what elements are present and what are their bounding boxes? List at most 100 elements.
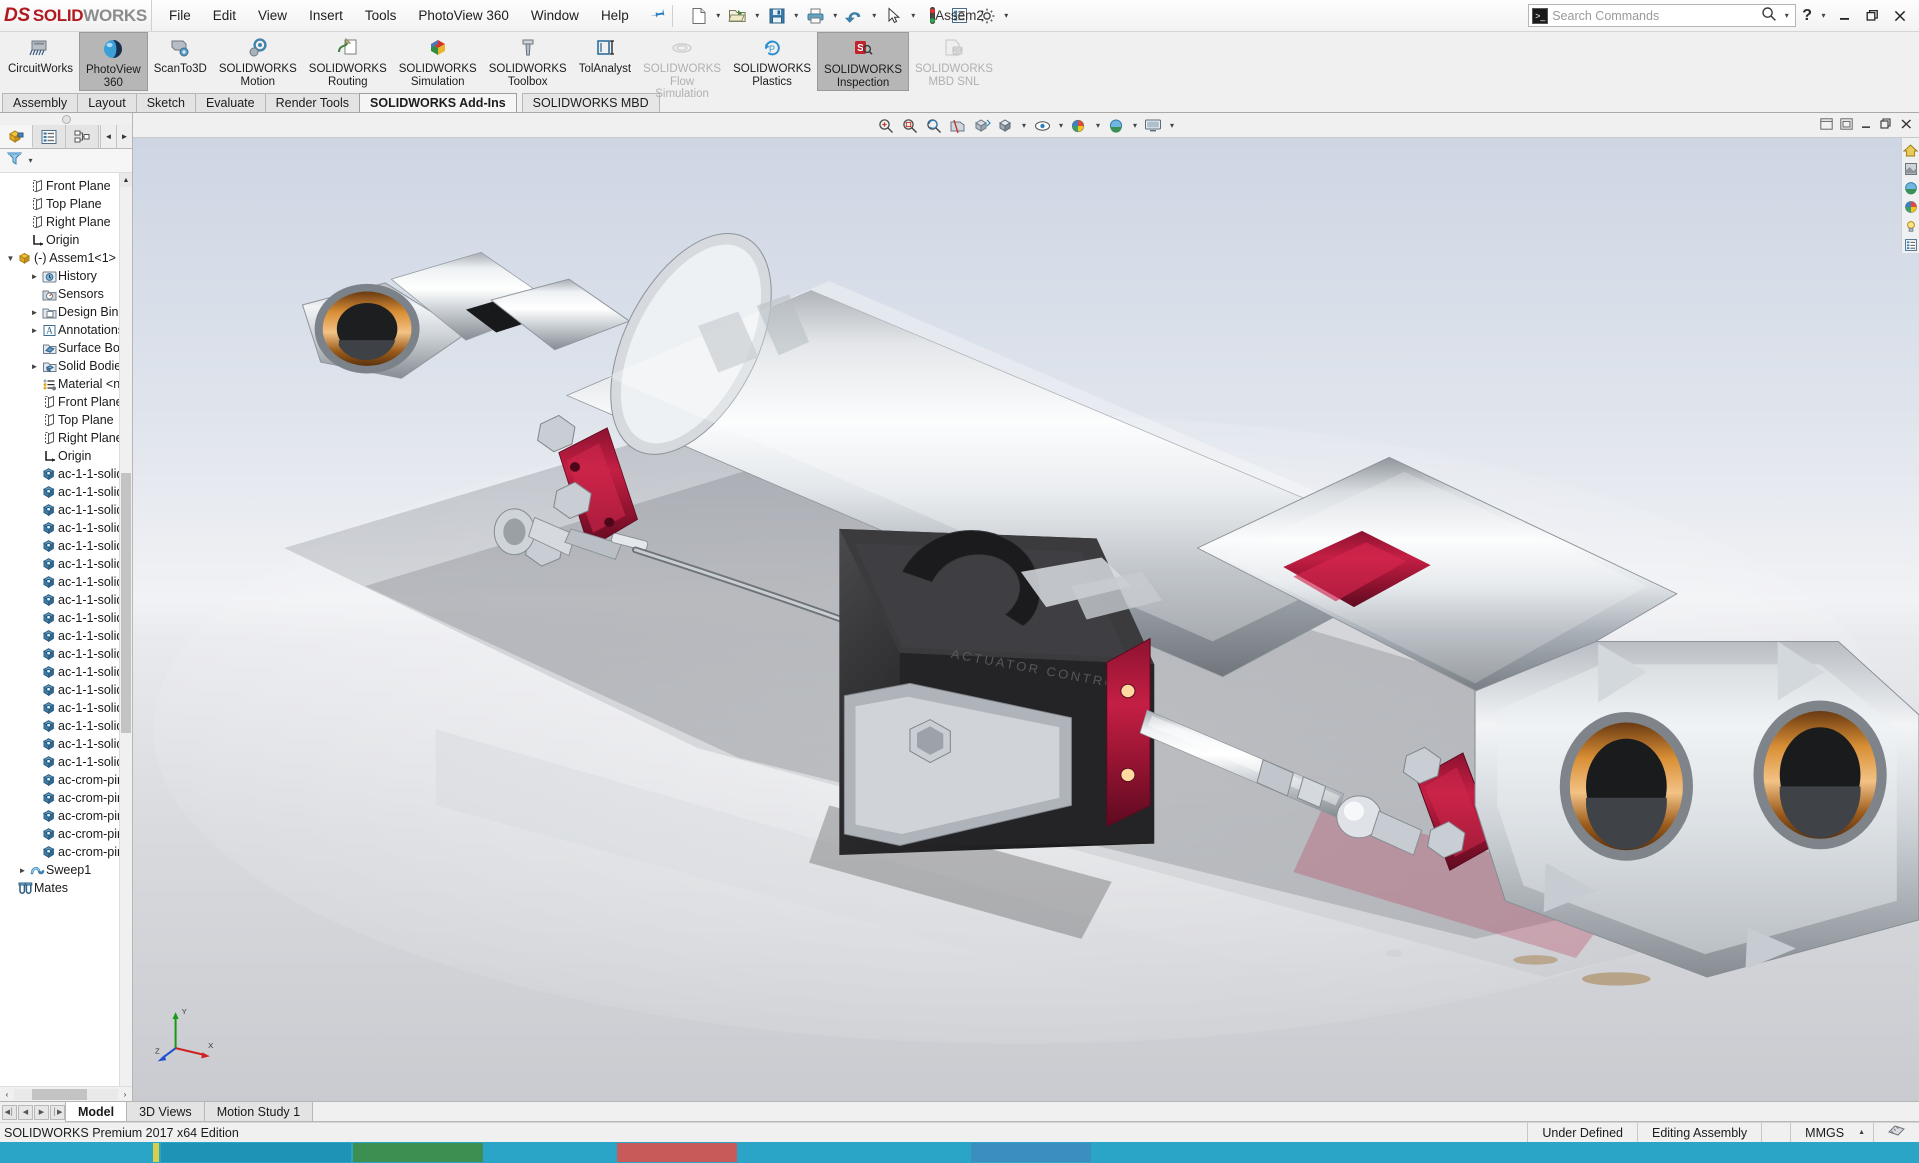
feature-tree-item[interactable]: ac-1-1-solid1	[0, 717, 132, 735]
view-orientation-icon[interactable]	[971, 115, 993, 136]
view-settings-icon[interactable]	[1143, 115, 1165, 136]
ribbon-button-solidworks-mbd-snl[interactable]: PDF SOLIDWORKS MBD SNL	[909, 32, 999, 89]
edit-appearance-icon[interactable]	[1069, 115, 1091, 136]
menu-item-insert[interactable]: Insert	[298, 3, 354, 28]
save-icon[interactable]	[764, 3, 790, 29]
hide-show-dropdown-arrow[interactable]: ▾	[1056, 121, 1067, 130]
tree-scroll-thumb[interactable]	[121, 473, 131, 733]
ribbon-button-circuitworks[interactable]: CircuitWorks	[2, 32, 79, 77]
feature-tree-item[interactable]: ac-1-1-solid1	[0, 699, 132, 717]
feature-tree-item[interactable]: ac-1-1-solid7	[0, 573, 132, 591]
minimize-window-icon[interactable]	[1858, 118, 1875, 133]
ribbon-button-solidworks-simulation[interactable]: SOLIDWORKS Simulation	[393, 32, 483, 89]
display-style-dropdown-arrow[interactable]: ▾	[1019, 121, 1030, 130]
tab-evaluate[interactable]: Evaluate	[194, 93, 266, 112]
tab-solidworks-add-ins[interactable]: SOLIDWORKS Add-Ins	[359, 93, 517, 112]
menu-item-photoview360[interactable]: PhotoView 360	[407, 3, 520, 28]
undo-dropdown-arrow[interactable]: ▾	[869, 11, 880, 20]
ribbon-button-scanto3d[interactable]: ScanTo3D	[148, 32, 213, 77]
bottom-tab-3d-views[interactable]: 3D Views	[126, 1102, 205, 1122]
feature-tree-item[interactable]: Top Plane	[0, 411, 132, 429]
menu-item-help[interactable]: Help	[590, 3, 640, 28]
view-settings-dropdown-arrow[interactable]: ▾	[1167, 121, 1178, 130]
feature-tree-item[interactable]: ac-1-1-solid1	[0, 681, 132, 699]
menu-item-tools[interactable]: Tools	[354, 3, 408, 28]
tree-hscroll-track[interactable]	[14, 1088, 118, 1100]
scene-dropdown-arrow[interactable]: ▾	[1130, 121, 1141, 130]
feature-tree-item[interactable]: ac-1-1-solid1	[0, 663, 132, 681]
filter-funnel-icon[interactable]	[6, 151, 25, 170]
restore-window-icon[interactable]	[1838, 118, 1855, 133]
feature-tree-item[interactable]: ac-1-1-solid1	[0, 627, 132, 645]
pushpin-icon[interactable]	[646, 3, 669, 27]
settings-dropdown-arrow[interactable]: ▾	[1001, 11, 1012, 20]
tree-expand-arrow[interactable]: ►	[28, 308, 41, 317]
ribbon-button-solidworks-routing[interactable]: SOLIDWORKS Routing	[303, 32, 393, 89]
feature-tree-item[interactable]: Surface Bodie	[0, 339, 132, 357]
tree-scroll-up-button[interactable]: ▲	[120, 173, 132, 187]
decals-icon[interactable]	[1903, 199, 1919, 215]
options-list-icon[interactable]	[947, 3, 973, 29]
search-commands-box[interactable]: >_ ▾	[1528, 4, 1797, 27]
configuration-manager-tab[interactable]	[66, 125, 99, 148]
feature-tree-item[interactable]: Origin	[0, 231, 132, 249]
open-document-dropdown-arrow[interactable]: ▾	[752, 11, 763, 20]
feature-tree-item[interactable]: ac-crom-pin-	[0, 771, 132, 789]
feature-tree-item[interactable]: ac-crom-pin-	[0, 807, 132, 825]
tab-first-button[interactable]: ◀│	[2, 1104, 17, 1120]
feature-tree-item[interactable]: Origin	[0, 447, 132, 465]
feature-tree-item[interactable]: ac-1-1-solid5	[0, 537, 132, 555]
new-document-dropdown-arrow[interactable]: ▾	[713, 11, 724, 20]
zoom-to-fit-icon[interactable]	[875, 115, 897, 136]
property-manager-tab[interactable]	[33, 125, 66, 148]
feature-tree[interactable]: Front Plane Top Plane Right Plane Origin ▼ (-…	[0, 173, 132, 1086]
feature-manager-tab[interactable]	[0, 125, 33, 148]
feature-tree-item[interactable]: ▼ (-) Assem1<1> (D	[0, 249, 132, 267]
tree-expand-arrow[interactable]: ►	[28, 272, 41, 281]
apply-scene-icon[interactable]	[1106, 115, 1128, 136]
feature-tree-item[interactable]: Material <not	[0, 375, 132, 393]
open-document-icon[interactable]	[725, 3, 751, 29]
restore-icon[interactable]	[1859, 3, 1885, 29]
print-dropdown-arrow[interactable]: ▾	[830, 11, 841, 20]
scenes-icon[interactable]	[1903, 180, 1919, 196]
feature-tree-item[interactable]: ► Solid Bodies(	[0, 357, 132, 375]
section-view-icon[interactable]	[947, 115, 969, 136]
tree-expand-arrow[interactable]: ►	[28, 326, 41, 335]
display-style-icon[interactable]	[995, 115, 1017, 136]
undo-icon[interactable]	[842, 3, 868, 29]
search-input[interactable]	[1552, 8, 1758, 23]
ribbon-button-tolanalyst[interactable]: TolAnalyst	[573, 32, 637, 77]
select-cursor-icon[interactable]	[881, 3, 907, 29]
tab-scroll-left-button[interactable]: ◄	[100, 125, 116, 148]
tree-hscroll-left-button[interactable]: ‹	[0, 1090, 14, 1099]
feature-tree-item[interactable]: Front Plane	[0, 177, 132, 195]
menu-item-edit[interactable]: Edit	[202, 3, 247, 28]
feature-tree-item[interactable]: ► History	[0, 267, 132, 285]
3d-viewport[interactable]: ACTUATOR CONTROL Y X Z	[133, 138, 1919, 1101]
close-icon[interactable]	[1887, 3, 1913, 29]
feature-tree-scrollbar[interactable]: ▲	[119, 173, 132, 1086]
print-icon[interactable]	[803, 3, 829, 29]
ribbon-button-photoview360[interactable]: PhotoView 360	[78, 32, 148, 91]
tab-prev-button[interactable]: ◀	[18, 1104, 33, 1120]
tree-hscroll-thumb[interactable]	[32, 1088, 87, 1100]
tab-next-button[interactable]: ▶	[34, 1104, 49, 1120]
appearances-icon[interactable]	[1903, 161, 1919, 177]
help-dropdown-arrow[interactable]: ▾	[1818, 11, 1829, 20]
feature-tree-item[interactable]: ac-1-1-solid4	[0, 519, 132, 537]
panel-splitter-handle[interactable]	[0, 113, 132, 125]
feature-tree-item[interactable]: ac-1-1-solid1	[0, 465, 132, 483]
tree-expand-arrow[interactable]: ►	[16, 866, 29, 875]
menu-item-window[interactable]: Window	[520, 3, 590, 28]
lights-cameras-icon[interactable]	[1903, 218, 1919, 234]
feature-tree-item[interactable]: ► Design Binder	[0, 303, 132, 321]
feature-tree-item[interactable]: ac-1-1-solid6	[0, 555, 132, 573]
bottom-tab-motion-study-1[interactable]: Motion Study 1	[203, 1102, 314, 1122]
feature-tree-horizontal-scrollbar[interactable]: ‹ ›	[0, 1086, 132, 1101]
zoom-to-area-icon[interactable]	[899, 115, 921, 136]
filter-dropdown-arrow[interactable]: ▾	[25, 156, 36, 165]
tab-last-button[interactable]: │▶	[50, 1104, 65, 1120]
menu-item-file[interactable]: File	[158, 3, 202, 28]
measure-overlay-icon[interactable]	[1873, 1122, 1919, 1143]
